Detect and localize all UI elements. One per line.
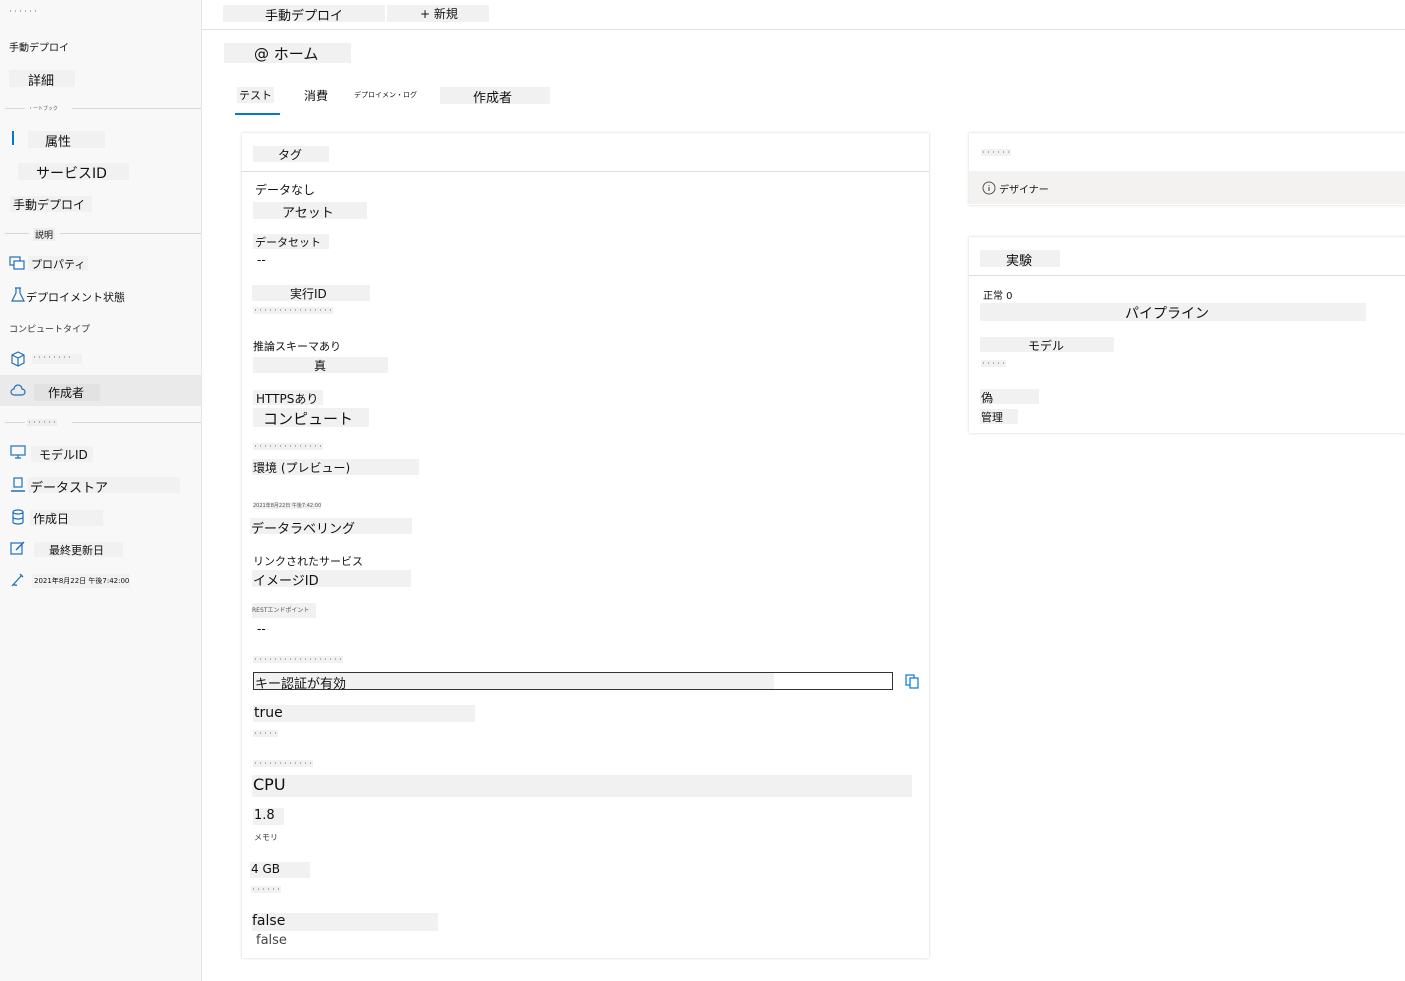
sidebar-top-text: ・・・・・・ (8, 9, 39, 15)
sidebar-item-hidden[interactable]: ・・・・・・・・ (32, 354, 82, 364)
info-tiny-2: ・・・・・ (253, 730, 279, 737)
sidebar-section-label: ・ートブック (28, 106, 59, 112)
panel-divider (242, 171, 929, 172)
cloud-icon (10, 383, 26, 399)
rest-endpoint-value: -- (257, 622, 266, 636)
tab-consume[interactable]: 消費 (304, 87, 328, 104)
dataset-value: -- (257, 253, 266, 267)
model-label: モデル (980, 337, 1114, 353)
sidebar-section-label-3: ・・・・・・ (27, 419, 58, 426)
https-label: HTTPSあり (253, 390, 323, 406)
status-label: 正常 0 (983, 291, 1013, 302)
cpu-value: 1.8 (253, 808, 284, 825)
false-value-1: false (252, 913, 438, 931)
designer-label[interactable]: デザイナー (999, 181, 1049, 196)
sidebar-item-last-updated[interactable]: 最終更新日 (34, 542, 123, 557)
no-data-label: データなし (255, 183, 316, 197)
rest-endpoint-label: RESTエンドポイント (252, 603, 316, 618)
sidebar-item-deploy-status[interactable]: デプロイメント状態 (26, 289, 125, 305)
sidebar-item-details[interactable]: 詳細 (9, 70, 75, 89)
sidebar-title: 手動デプロイ (9, 43, 69, 54)
key-info: ・・・・・・・・・・・・・・・・・・ (253, 656, 344, 663)
tab-author[interactable]: 作成者 (440, 87, 550, 106)
tab-test-underline (235, 113, 280, 115)
selection-indicator (12, 131, 14, 145)
sidebar-item-date: 2021年8月22日 午後7:42:00 (32, 574, 130, 588)
key-auth-text: キー認証が有効 (254, 673, 774, 692)
sidebar-item-model-id[interactable]: モデルID (31, 446, 93, 462)
tab-deploy-log[interactable]: デプロイメン・ログ (354, 90, 417, 100)
compute-value: ・・・・・・・・・・・・・・ (253, 443, 324, 450)
asset-label: アセット (253, 202, 367, 221)
monitor-icon (10, 444, 26, 460)
info-icon (982, 180, 996, 195)
sidebar-section-description: 説明 (33, 228, 56, 241)
header-divider (202, 29, 1405, 30)
sidebar-item-created[interactable]: 作成日 (30, 510, 103, 526)
sidebar-item-datastore[interactable]: データストア (28, 477, 180, 496)
info-tiny-4: ・・・・・・ (251, 886, 282, 893)
manage-label[interactable]: 管理 (980, 409, 1018, 424)
side-panel-2-divider (969, 275, 1405, 276)
cube-icon (10, 351, 26, 367)
tags-title: タグ (253, 146, 329, 162)
run-id-label: 実行ID (252, 285, 370, 301)
sidebar-item-attributes[interactable]: 属性 (28, 131, 105, 150)
sidebar: ・・・・・・ 手動デプロイ 詳細 ・ートブック 属性 サービスID 手動デプロイ… (0, 0, 202, 981)
side-panel-1-info: ・・・・・・ (981, 149, 1012, 156)
schema-label: 推論スキーマあり (253, 340, 341, 353)
database-icon (10, 509, 26, 525)
tab-test[interactable]: テスト (237, 87, 274, 103)
run-id-value: ・・・・・・・・・・・・・・・・ (253, 307, 334, 314)
sidebar-item-service-id[interactable]: サービスID (18, 163, 129, 182)
cpu-label: CPU (252, 775, 912, 797)
new-button[interactable]: + 新規 (387, 5, 489, 22)
sidebar-item-manual-deploy[interactable]: 手動デプロイ (10, 196, 92, 212)
info-tiny-3: ・・・・・・・・・・・・ (253, 760, 314, 767)
sidebar-item-author-row[interactable] (0, 375, 201, 406)
sidebar-item-compute-type[interactable]: コンピュートタイプ (9, 322, 90, 335)
sidebar-item-author[interactable]: 作成者 (34, 384, 100, 401)
pen-icon (10, 572, 26, 588)
compute-label: コンピュート (253, 408, 369, 428)
experiment-title: 実験 (980, 250, 1060, 269)
schema-value: 真 (253, 357, 388, 373)
copy-icon[interactable] (904, 673, 920, 689)
memory-label: メモリ (254, 833, 278, 842)
pipeline-label[interactable]: パイプライン (980, 303, 1366, 322)
flask-icon (10, 287, 26, 303)
home-breadcrumb[interactable]: @ ホーム (224, 43, 351, 63)
environment-label: 環境 (プレビュー) (252, 459, 419, 475)
deploy-button[interactable]: 手動デプロイ (223, 5, 385, 24)
false-value-2: false (256, 933, 287, 948)
data-labeling-label: データラベリング (250, 518, 412, 537)
image-id-label: イメージID (252, 570, 411, 589)
edit-icon (10, 540, 26, 556)
properties-icon (9, 254, 25, 270)
dataset-label: データセット (253, 234, 329, 249)
date-value: 2021年8月22日 午後7:42:00 (253, 502, 322, 509)
sidebar-item-properties[interactable]: プロパティ (28, 256, 88, 271)
linked-service-label: リンクされたサービス (253, 555, 363, 568)
computer-icon (10, 477, 26, 493)
main-panel (242, 133, 929, 958)
true-value: true (253, 705, 475, 722)
memory-value: 4 GB (250, 862, 310, 878)
false-jp-label: 偽 (980, 389, 1039, 405)
model-value: ・・・・・ (981, 360, 1007, 367)
